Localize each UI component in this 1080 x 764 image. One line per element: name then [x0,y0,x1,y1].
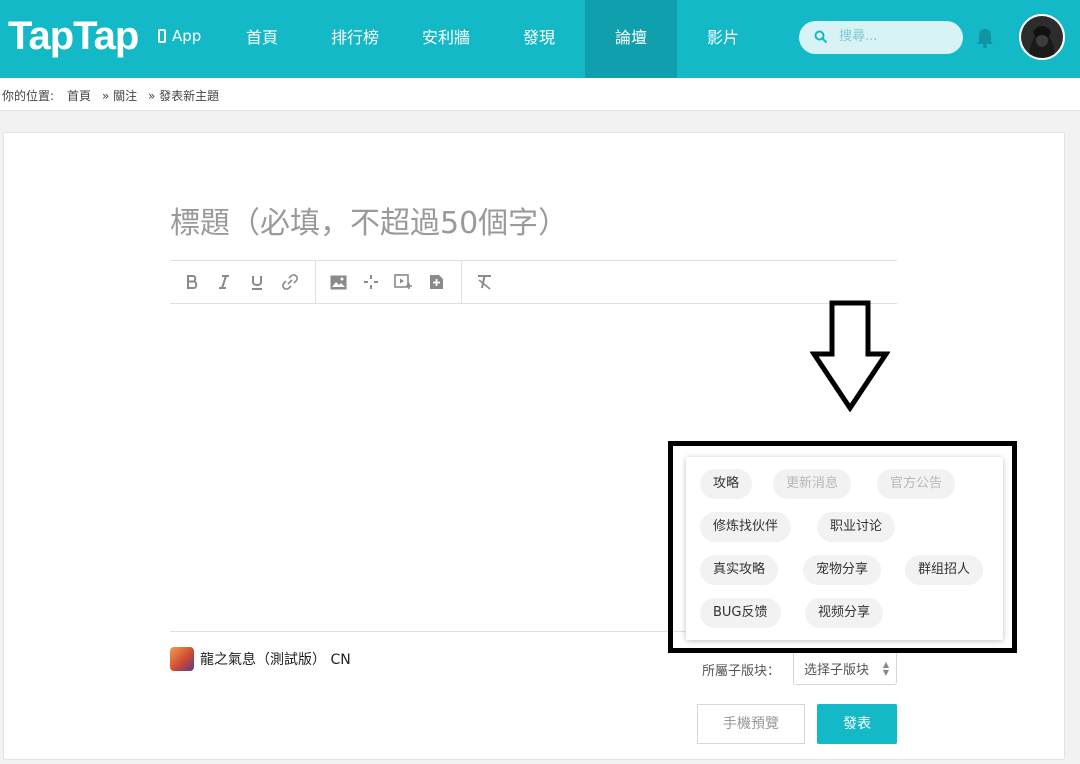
video-icon[interactable] [393,272,413,292]
move-icon[interactable] [361,272,381,292]
top-navigation-bar: TapTap App 首頁 排行榜 安利牆 發現 論壇 影片 [0,0,1080,78]
breadcrumb-following[interactable]: » 關注 [102,87,137,104]
breadcrumb-new-topic: » 發表新主題 [148,89,220,103]
tag-option[interactable]: 职业讨论 [817,512,896,542]
nav-discover[interactable]: 發現 [493,0,585,78]
select-arrows-icon: ▲ ▼ [882,660,889,677]
game-icon [170,647,194,671]
italic-icon[interactable] [214,272,234,292]
nav-rankings[interactable]: 排行榜 [309,0,401,78]
mobile-preview-button[interactable]: 手機預覽 [697,704,805,744]
title-input[interactable] [170,198,897,248]
game-tag[interactable]: 龍之氣息（測試版） CN [170,647,351,671]
taptap-logo[interactable]: TapTap [8,10,139,62]
app-link-label: App [172,27,202,45]
search-box[interactable] [799,21,963,54]
game-name: 龍之氣息（測試版） CN [200,652,351,668]
phone-icon [158,29,166,43]
breadcrumb-home[interactable]: 首頁 [67,87,91,104]
tag-option-disabled: 更新消息 [773,469,852,499]
bold-icon[interactable] [182,272,202,292]
sub-section-select-value: 选择子版块 [804,663,870,678]
tag-option[interactable]: 真实攻略 [700,555,779,585]
tag-option[interactable]: 宠物分享 [803,555,882,585]
image-icon[interactable] [328,272,348,292]
nav-recommend-wall[interactable]: 安利牆 [400,0,492,78]
sub-section-label: 所屬子版块： [702,664,781,679]
tag-option[interactable]: 群组招人 [905,555,984,585]
link-icon[interactable] [280,272,300,292]
editor-toolbar [170,260,897,304]
annotation-down-arrow [810,300,890,412]
sub-section-select[interactable]: 选择子版块 ▲ ▼ [793,650,897,685]
app-download-link[interactable]: App [158,27,201,45]
tag-option[interactable]: BUG反馈 [700,598,781,628]
add-file-icon[interactable] [426,272,446,292]
user-avatar[interactable] [1019,14,1065,60]
clear-format-icon[interactable] [474,272,494,292]
nav-home[interactable]: 首頁 [216,0,308,78]
nav-videos[interactable]: 影片 [677,0,769,78]
breadcrumb: 你的位置: 首頁 » 關注 » 發表新主題 [0,78,1080,111]
tag-option-disabled: 官方公告 [877,469,956,499]
underline-icon[interactable] [247,272,267,292]
tag-option[interactable]: 视频分享 [805,598,884,628]
tag-option[interactable]: 修炼找伙伴 [700,512,792,542]
search-input[interactable] [837,28,951,45]
sub-section-dropdown: 攻略 更新消息 官方公告 修炼找伙伴 职业讨论 真实攻略 宠物分享 群组招人 B… [686,457,1003,640]
breadcrumb-prefix: 你的位置: [2,89,55,103]
nav-forum[interactable]: 論壇 [585,0,677,78]
search-icon [814,30,828,44]
notification-bell-icon[interactable] [975,27,995,49]
tag-option[interactable]: 攻略 [700,469,753,499]
post-button[interactable]: 發表 [817,704,897,744]
